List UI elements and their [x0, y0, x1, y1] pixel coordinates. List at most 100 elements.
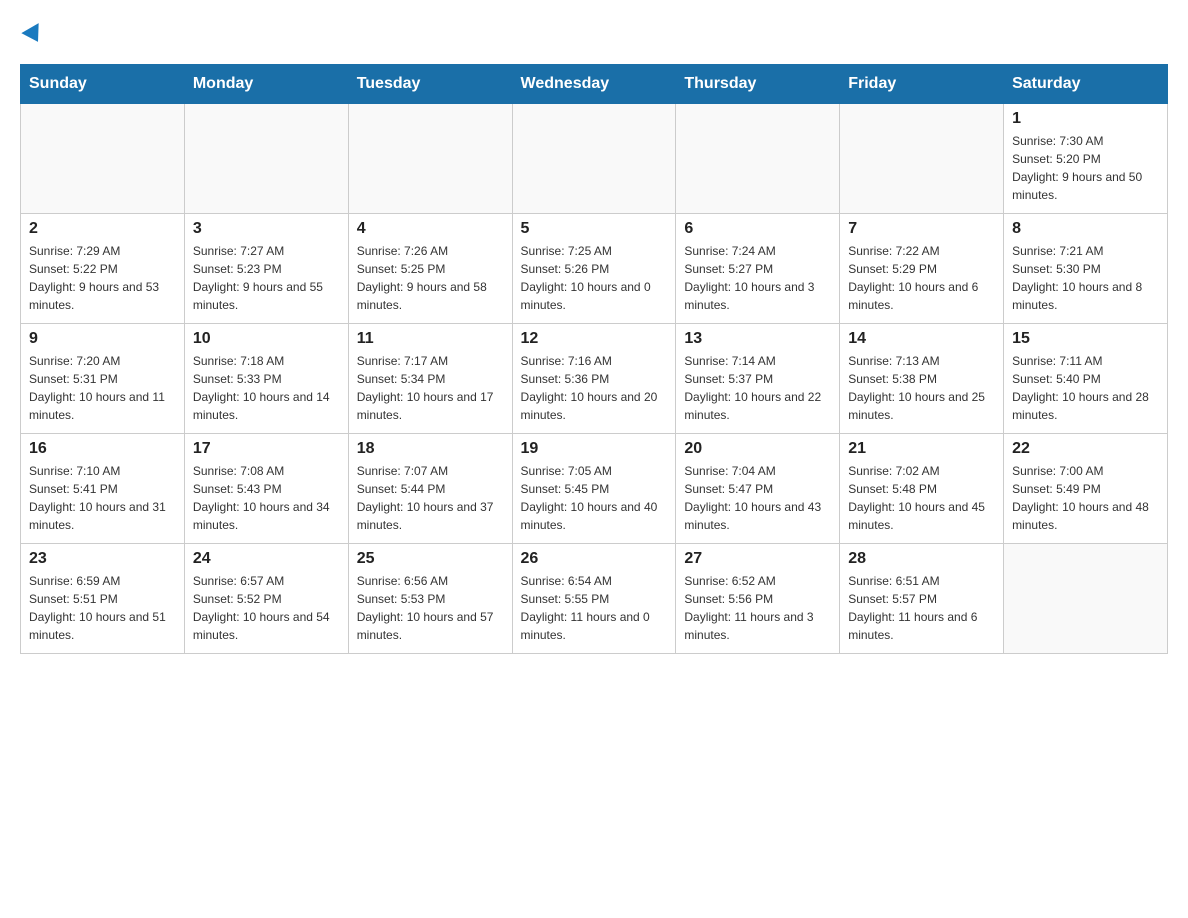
- calendar-cell: 11Sunrise: 7:17 AMSunset: 5:34 PMDayligh…: [348, 324, 512, 434]
- calendar-cell: 19 Sunrise: 7:05 AMSunset: 5:45 PMDayligh…: [512, 434, 676, 544]
- calendar-cell: 3 Sunrise: 7:27 AMSunset: 5:23 PMDaylight…: [184, 214, 348, 324]
- calendar-cell: 10 Sunrise: 7:18 AMSunset: 5:33 PMDayligh…: [184, 324, 348, 434]
- calendar-cell: 9 Sunrise: 7:20 AMSunset: 5:31 PMDaylight…: [21, 324, 185, 434]
- day-number: 23: [29, 550, 176, 568]
- day-info: Sunrise: 7:24 AMSunset: 5:27 PMDaylight:…: [684, 242, 831, 314]
- calendar-cell: 27 Sunrise: 6:52 AMSunset: 5:56 PMDayligh…: [676, 544, 840, 654]
- day-info: Sunrise: 7:05 AMSunset: 5:45 PMDaylight:…: [521, 462, 668, 534]
- calendar-cell: 6 Sunrise: 7:24 AMSunset: 5:27 PMDaylight…: [676, 214, 840, 324]
- day-of-week-header: Friday: [840, 65, 1004, 104]
- day-number: 1: [1012, 110, 1159, 128]
- day-number: 3: [193, 220, 340, 238]
- day-of-week-header: Sunday: [21, 65, 185, 104]
- day-number: 26: [521, 550, 668, 568]
- day-info: Sunrise: 7:22 AMSunset: 5:29 PMDaylight:…: [848, 242, 995, 314]
- calendar-cell: 4 Sunrise: 7:26 AMSunset: 5:25 PMDaylight…: [348, 214, 512, 324]
- day-number: 18: [357, 440, 504, 458]
- calendar-cell: [21, 104, 185, 214]
- day-info: Sunrise: 7:25 AMSunset: 5:26 PMDaylight:…: [521, 242, 668, 314]
- day-info: Sunrise: 7:18 AMSunset: 5:33 PMDaylight:…: [193, 352, 340, 424]
- day-of-week-header: Monday: [184, 65, 348, 104]
- day-number: 10: [193, 330, 340, 348]
- day-info: Sunrise: 6:54 AMSunset: 5:55 PMDaylight:…: [521, 572, 668, 644]
- calendar-cell: 18 Sunrise: 7:07 AMSunset: 5:44 PMDayligh…: [348, 434, 512, 544]
- day-number: 14: [848, 330, 995, 348]
- day-number: 2: [29, 220, 176, 238]
- day-info: Sunrise: 7:11 AMSunset: 5:40 PMDaylight:…: [1012, 352, 1159, 424]
- week-row: 23 Sunrise: 6:59 AMSunset: 5:51 PMDayligh…: [21, 544, 1168, 654]
- day-info: Sunrise: 7:16 AMSunset: 5:36 PMDaylight:…: [521, 352, 668, 424]
- day-info: Sunrise: 7:10 AMSunset: 5:41 PMDaylight:…: [29, 462, 176, 534]
- day-number: 9: [29, 330, 176, 348]
- day-number: 12: [521, 330, 668, 348]
- day-info: Sunrise: 7:08 AMSunset: 5:43 PMDaylight:…: [193, 462, 340, 534]
- day-info: Sunrise: 7:27 AMSunset: 5:23 PMDaylight:…: [193, 242, 340, 314]
- day-info: Sunrise: 7:30 AMSunset: 5:20 PMDaylight:…: [1012, 132, 1159, 204]
- calendar-cell: 20 Sunrise: 7:04 AMSunset: 5:47 PMDayligh…: [676, 434, 840, 544]
- calendar-cell: 5Sunrise: 7:25 AMSunset: 5:26 PMDaylight…: [512, 214, 676, 324]
- day-of-week-header: Saturday: [1004, 65, 1168, 104]
- day-number: 24: [193, 550, 340, 568]
- day-number: 27: [684, 550, 831, 568]
- day-info: Sunrise: 7:29 AMSunset: 5:22 PMDaylight:…: [29, 242, 176, 314]
- day-number: 20: [684, 440, 831, 458]
- calendar-cell: 28Sunrise: 6:51 AMSunset: 5:57 PMDayligh…: [840, 544, 1004, 654]
- calendar-cell: [676, 104, 840, 214]
- calendar-cell: 12 Sunrise: 7:16 AMSunset: 5:36 PMDayligh…: [512, 324, 676, 434]
- day-info: Sunrise: 7:07 AMSunset: 5:44 PMDaylight:…: [357, 462, 504, 534]
- calendar-cell: [348, 104, 512, 214]
- week-row: 9 Sunrise: 7:20 AMSunset: 5:31 PMDaylight…: [21, 324, 1168, 434]
- calendar-cell: 16 Sunrise: 7:10 AMSunset: 5:41 PMDayligh…: [21, 434, 185, 544]
- day-number: 16: [29, 440, 176, 458]
- day-info: Sunrise: 7:02 AMSunset: 5:48 PMDaylight:…: [848, 462, 995, 534]
- day-info: Sunrise: 7:04 AMSunset: 5:47 PMDaylight:…: [684, 462, 831, 534]
- day-number: 19: [521, 440, 668, 458]
- calendar-cell: [840, 104, 1004, 214]
- day-number: 17: [193, 440, 340, 458]
- calendar-cell: 14 Sunrise: 7:13 AMSunset: 5:38 PMDayligh…: [840, 324, 1004, 434]
- calendar-cell: 22 Sunrise: 7:00 AMSunset: 5:49 PMDayligh…: [1004, 434, 1168, 544]
- calendar-cell: 26 Sunrise: 6:54 AMSunset: 5:55 PMDayligh…: [512, 544, 676, 654]
- calendar-table: SundayMondayTuesdayWednesdayThursdayFrid…: [20, 64, 1168, 654]
- week-row: 16 Sunrise: 7:10 AMSunset: 5:41 PMDayligh…: [21, 434, 1168, 544]
- day-info: Sunrise: 7:21 AMSunset: 5:30 PMDaylight:…: [1012, 242, 1159, 314]
- day-info: Sunrise: 6:56 AMSunset: 5:53 PMDaylight:…: [357, 572, 504, 644]
- day-info: Sunrise: 6:59 AMSunset: 5:51 PMDaylight:…: [29, 572, 176, 644]
- calendar-cell: 2 Sunrise: 7:29 AMSunset: 5:22 PMDaylight…: [21, 214, 185, 324]
- calendar-cell: 21 Sunrise: 7:02 AMSunset: 5:48 PMDayligh…: [840, 434, 1004, 544]
- day-of-week-header: Tuesday: [348, 65, 512, 104]
- day-info: Sunrise: 7:17 AMSunset: 5:34 PMDaylight:…: [357, 352, 504, 424]
- page-header: [20, 20, 1168, 48]
- day-number: 4: [357, 220, 504, 238]
- day-of-week-header: Thursday: [676, 65, 840, 104]
- calendar-cell: 1 Sunrise: 7:30 AMSunset: 5:20 PMDaylight…: [1004, 104, 1168, 214]
- calendar-cell: 8 Sunrise: 7:21 AMSunset: 5:30 PMDaylight…: [1004, 214, 1168, 324]
- day-number: 22: [1012, 440, 1159, 458]
- calendar-cell: [512, 104, 676, 214]
- calendar-header-row: SundayMondayTuesdayWednesdayThursdayFrid…: [21, 65, 1168, 104]
- calendar-cell: 7 Sunrise: 7:22 AMSunset: 5:29 PMDaylight…: [840, 214, 1004, 324]
- day-info: Sunrise: 7:20 AMSunset: 5:31 PMDaylight:…: [29, 352, 176, 424]
- calendar-cell: 25 Sunrise: 6:56 AMSunset: 5:53 PMDayligh…: [348, 544, 512, 654]
- day-number: 7: [848, 220, 995, 238]
- day-number: 15: [1012, 330, 1159, 348]
- logo-triangle-icon: [21, 23, 46, 47]
- day-number: 13: [684, 330, 831, 348]
- day-info: Sunrise: 6:57 AMSunset: 5:52 PMDaylight:…: [193, 572, 340, 644]
- calendar-cell: [1004, 544, 1168, 654]
- day-number: 25: [357, 550, 504, 568]
- calendar-cell: 23 Sunrise: 6:59 AMSunset: 5:51 PMDayligh…: [21, 544, 185, 654]
- day-info: Sunrise: 7:26 AMSunset: 5:25 PMDaylight:…: [357, 242, 504, 314]
- day-info: Sunrise: 7:13 AMSunset: 5:38 PMDaylight:…: [848, 352, 995, 424]
- day-info: Sunrise: 6:51 AMSunset: 5:57 PMDaylight:…: [848, 572, 995, 644]
- week-row: 1 Sunrise: 7:30 AMSunset: 5:20 PMDaylight…: [21, 104, 1168, 214]
- calendar-cell: 13Sunrise: 7:14 AMSunset: 5:37 PMDayligh…: [676, 324, 840, 434]
- calendar-cell: 24 Sunrise: 6:57 AMSunset: 5:52 PMDayligh…: [184, 544, 348, 654]
- logo: [20, 20, 44, 48]
- logo-text: [20, 20, 44, 48]
- day-number: 6: [684, 220, 831, 238]
- day-number: 21: [848, 440, 995, 458]
- day-info: Sunrise: 6:52 AMSunset: 5:56 PMDaylight:…: [684, 572, 831, 644]
- day-number: 8: [1012, 220, 1159, 238]
- day-info: Sunrise: 7:00 AMSunset: 5:49 PMDaylight:…: [1012, 462, 1159, 534]
